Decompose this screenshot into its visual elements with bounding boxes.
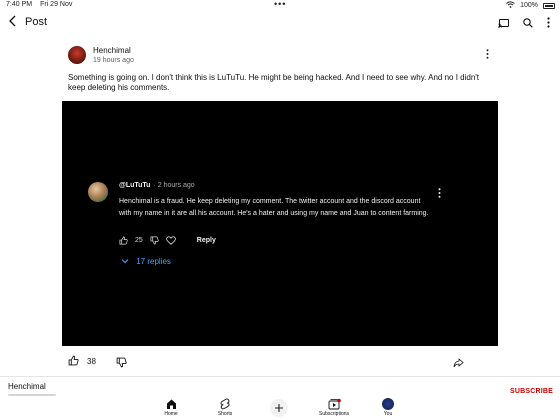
comment-reply-label: Reply xyxy=(196,237,216,244)
nav-subscriptions-label: Subscriptions xyxy=(318,411,349,417)
subscribe-button[interactable]: SUBSCRIBE xyxy=(510,388,553,395)
nav-you[interactable]: You xyxy=(368,398,408,417)
post-text: Something is going on. I don't think thi… xyxy=(68,73,480,92)
comment-header: @LuTuTu · 2 hours ago xyxy=(119,182,195,189)
share-icon xyxy=(453,358,464,368)
comment-like-count: 25 xyxy=(135,237,143,244)
nav-shorts-label: Shorts xyxy=(217,411,233,417)
back-button[interactable] xyxy=(8,15,18,29)
bottom-nav: Home Shorts Subscriptions You xyxy=(0,396,560,420)
battery-percent: 100% xyxy=(520,2,538,9)
status-date: Fri 29 Nov xyxy=(40,1,73,8)
post-menu-button[interactable] xyxy=(486,49,489,59)
comment-replies-label: 17 replies xyxy=(136,257,171,266)
share-button[interactable] xyxy=(453,355,464,373)
app-header: Post xyxy=(0,12,560,34)
plus-icon xyxy=(275,404,283,412)
more-vert-icon xyxy=(547,17,550,28)
heart-icon xyxy=(165,236,176,245)
page-title: Post xyxy=(25,16,48,28)
cast-button[interactable] xyxy=(498,15,509,33)
author-avatar[interactable] xyxy=(68,46,86,64)
like-count: 38 xyxy=(87,357,96,366)
post-actions: 38 xyxy=(68,355,96,368)
status-bar: 7:40 PM Fri 29 Nov ••• 100% xyxy=(0,0,560,11)
you-avatar xyxy=(382,398,394,410)
cast-icon xyxy=(498,19,509,28)
more-options-button[interactable] xyxy=(547,15,550,33)
multitask-dots[interactable]: ••• xyxy=(274,0,286,9)
chevron-left-icon xyxy=(9,15,16,27)
more-vert-icon xyxy=(486,49,489,59)
nav-you-label: You xyxy=(383,411,393,417)
home-icon xyxy=(166,399,176,409)
comment-handle: @LuTuTu xyxy=(119,182,151,189)
thumbs-down-icon xyxy=(150,236,159,245)
more-vert-icon xyxy=(438,188,441,198)
nav-home-label: Home xyxy=(164,411,178,417)
create-button[interactable] xyxy=(270,399,288,417)
comment-avatar xyxy=(88,182,108,202)
nav-subscriptions[interactable]: Subscriptions xyxy=(314,398,354,417)
battery-icon xyxy=(543,2,555,9)
search-icon xyxy=(523,18,533,28)
shorts-icon xyxy=(220,398,230,410)
post-image[interactable]: @LuTuTu · 2 hours ago Henchimal is a frau… xyxy=(62,101,498,346)
divider xyxy=(0,376,560,377)
chevron-down-icon xyxy=(121,259,129,264)
nav-home[interactable]: Home xyxy=(151,398,191,417)
comment-text: Henchimal is a fraud. He keep deleting m… xyxy=(119,198,429,217)
post-time: 19 hours ago xyxy=(93,57,134,64)
channel-name[interactable]: Henchimal xyxy=(8,382,46,391)
search-button[interactable] xyxy=(523,15,533,33)
thumbs-down-icon xyxy=(116,357,127,368)
dislike-button[interactable] xyxy=(116,355,127,373)
nav-shorts[interactable]: Shorts xyxy=(205,398,245,417)
comment-time: · 2 hours ago xyxy=(153,182,195,189)
comment-replies: 17 replies xyxy=(121,257,171,266)
thumbs-up-icon xyxy=(68,355,79,366)
comment-menu xyxy=(438,188,441,198)
wifi-icon xyxy=(506,1,515,10)
thumbs-up-icon xyxy=(119,236,128,245)
subscriptions-icon xyxy=(328,398,341,410)
status-time: 7:40 PM xyxy=(6,1,33,8)
author-name[interactable]: Henchimal xyxy=(93,46,131,55)
like-button[interactable] xyxy=(68,355,79,368)
comment-actions: 25 Reply xyxy=(119,236,216,245)
